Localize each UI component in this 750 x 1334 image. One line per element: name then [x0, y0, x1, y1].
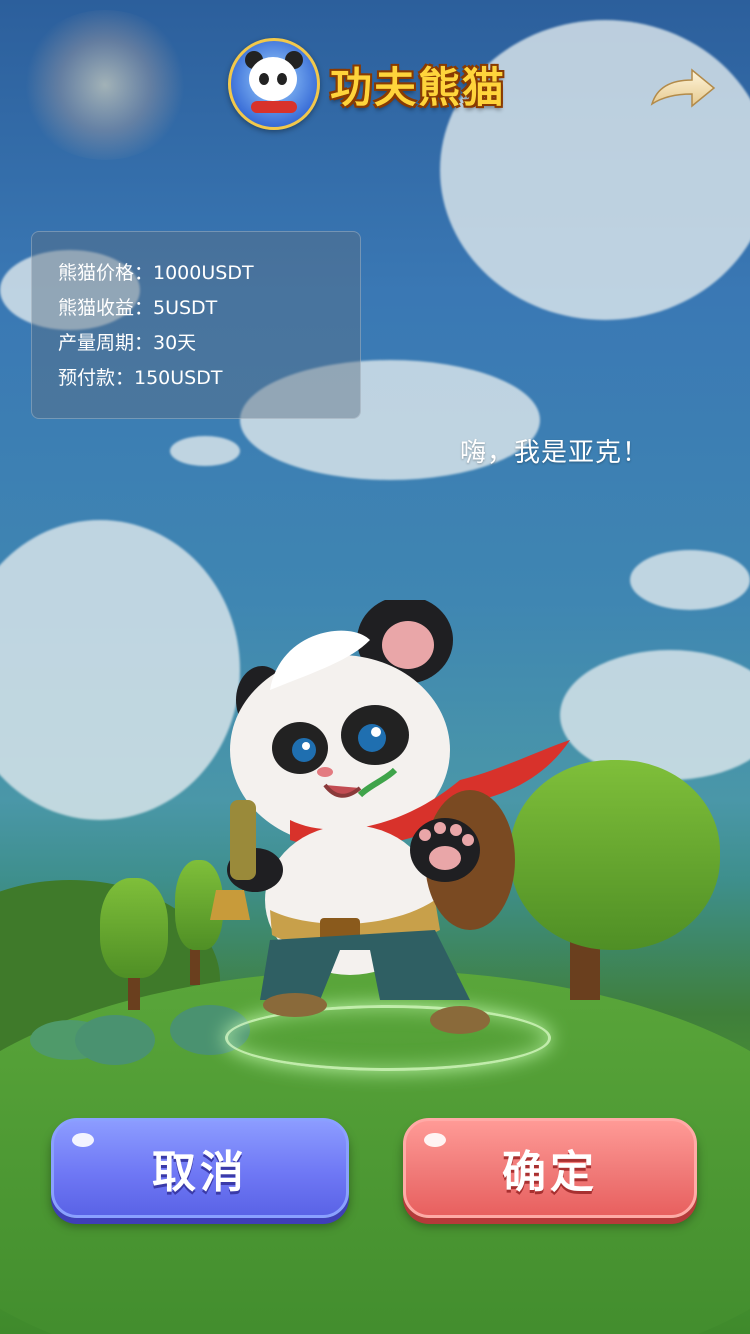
panda-info-panel: 熊猫价格：1000USDT 熊猫收益：5USDT 产量周期：30天 预付款：15… — [31, 231, 361, 419]
panda-income: 熊猫收益：5USDT — [58, 297, 218, 319]
sun-glow — [20, 10, 190, 160]
bush — [75, 1015, 155, 1065]
button-shine — [424, 1133, 446, 1147]
cancel-button[interactable]: 取消 — [51, 1118, 349, 1218]
kungfu-panda-character — [210, 600, 570, 1034]
cancel-button-label: 取消 — [152, 1147, 248, 1198]
production-cycle: 产量周期：30天 — [58, 332, 197, 354]
game-logo: 功夫熊猫 — [228, 38, 506, 130]
cloud — [170, 436, 240, 466]
character-greeting: 嗨，我是亚克！ — [460, 438, 650, 468]
confirm-button-label: 确定 — [502, 1147, 598, 1198]
panda-logo-icon — [228, 38, 320, 130]
panda-price: 熊猫价格：1000USDT — [58, 262, 254, 284]
share-arrow-icon[interactable] — [648, 64, 718, 114]
game-screen: 功夫熊猫 熊猫价格：1000USDT 熊猫收益：5USDT 产量周期：30天 预… — [0, 0, 750, 1334]
confirm-button[interactable]: 确定 — [403, 1118, 697, 1218]
tree-crown — [100, 878, 168, 978]
prepayment: 预付款：150USDT — [58, 367, 223, 389]
button-shine — [72, 1133, 94, 1147]
game-title: 功夫熊猫 — [330, 62, 507, 112]
cloud — [630, 550, 750, 610]
